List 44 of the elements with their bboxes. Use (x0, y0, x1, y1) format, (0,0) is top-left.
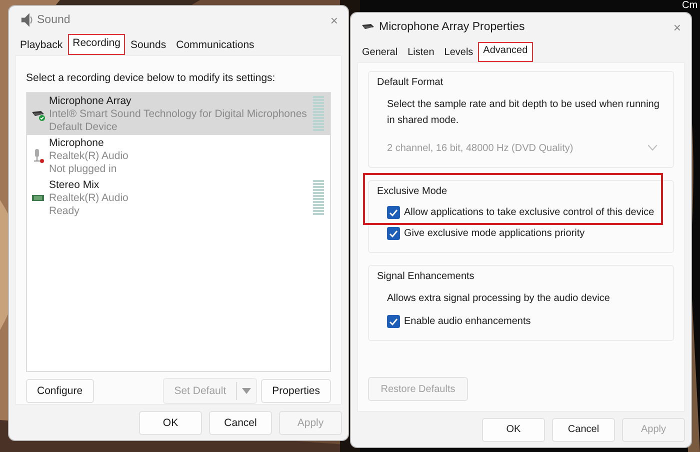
device-driver: Realtek(R) Audio (49, 192, 130, 204)
device-status: Not plugged in (49, 162, 118, 176)
window-title: Sound (37, 14, 70, 26)
checkbox-label: Allow applications to take exclusive control of this device (404, 206, 654, 219)
instruction-text: Select a recording device below to modify its settings: (26, 72, 276, 84)
checkbox-label: Enable audio enhancements (404, 315, 531, 328)
tab[interactable]: Recording (68, 34, 126, 55)
tab[interactable]: Levels (439, 44, 478, 62)
caret-icon[interactable] (242, 388, 252, 394)
tab[interactable]: Sounds (125, 36, 172, 55)
description-text: Select the sample rate and bit depth to be used when running in shared mode. (387, 98, 660, 128)
description-text: Allows extra signal processing by the audio device (387, 292, 611, 306)
checkbox[interactable] (387, 206, 400, 219)
device-name: Microphone Array (49, 94, 132, 108)
device-name: Stereo Mix (49, 178, 100, 192)
cancel-button[interactable]: Cancel (209, 410, 272, 434)
configure-button[interactable]: Configure (26, 379, 94, 403)
tab[interactable]: Listen (402, 44, 440, 62)
background-text: Cm (682, 0, 698, 11)
group-title: Signal Enhancements (377, 270, 476, 283)
chevron-icon (648, 145, 657, 151)
checkbox[interactable] (387, 227, 400, 240)
device-status: Ready (49, 204, 80, 218)
tab[interactable]: Communications (171, 36, 260, 55)
speaker-icon (19, 12, 33, 28)
window-title: Microphone Array Properties (379, 21, 525, 33)
device-row[interactable]: Microphone Realtek(R) Audio Not plugged in (27, 135, 330, 177)
group-title: Default Format (377, 76, 444, 89)
device-row[interactable]: Stereo Mix Realtek(R) Audio Ready (27, 177, 330, 219)
tab[interactable]: Playback (15, 36, 68, 55)
device-driver: Intel® Smart Sound Technology for Digital Microphones (49, 108, 308, 120)
group-title: Exclusive Mode (377, 185, 448, 198)
tab[interactable]: Advanced (478, 42, 533, 62)
cancel-button[interactable]: Cancel (552, 418, 615, 442)
ok-button[interactable]: OK (139, 410, 202, 434)
ok-button[interactable]: OK (482, 418, 545, 442)
device-driver: Realtek(R) Audio (49, 150, 130, 162)
tab[interactable]: General (357, 44, 403, 62)
properties-button[interactable]: Properties (261, 379, 331, 403)
checkbox[interactable] (387, 315, 400, 328)
device-row[interactable]: Microphone Array Intel® Smart Sound Technology for Digital Microphones Default Device (27, 93, 330, 135)
device-status: Default Device (49, 120, 118, 134)
checkbox-label: Give exclusive mode applications priority (404, 227, 585, 240)
device-name: Microphone (49, 136, 105, 150)
